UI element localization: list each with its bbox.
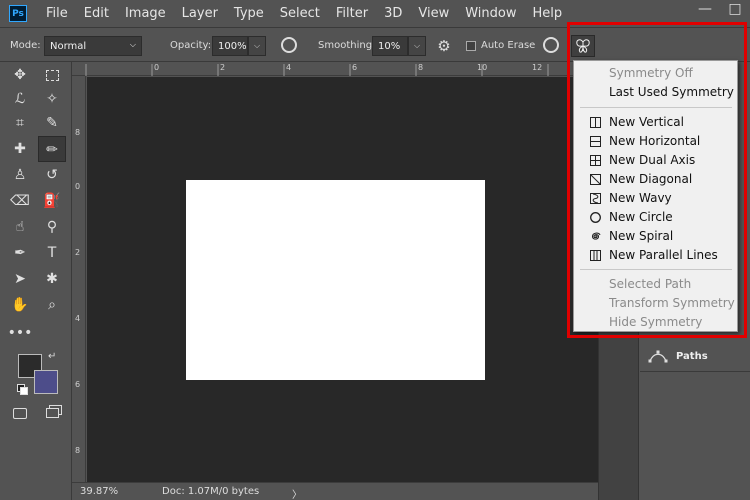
- menu-help[interactable]: Help: [523, 0, 569, 28]
- background-color-swatch[interactable]: [34, 370, 58, 394]
- photoshop-logo: Ps: [9, 5, 27, 22]
- ruler-ticks: [85, 64, 549, 76]
- pencil-tool-icon[interactable]: ✏: [38, 136, 66, 162]
- chevron-down-icon: ⌵: [129, 40, 136, 49]
- screen-mode-icon[interactable]: [38, 400, 66, 426]
- menu-window[interactable]: Window: [455, 0, 522, 28]
- gear-icon: ⚙: [437, 37, 451, 55]
- minimize-button[interactable]: —: [690, 0, 720, 20]
- opacity-caret-button[interactable]: ⌵: [248, 36, 266, 56]
- pressure-size-button[interactable]: [543, 37, 561, 55]
- eyedropper-tool-icon[interactable]: ✎: [38, 110, 66, 136]
- restore-button[interactable]: □: [720, 0, 750, 20]
- mode-dropdown[interactable]: Normal ⌵: [44, 36, 142, 56]
- paths-label: Paths: [676, 351, 708, 362]
- ruler-label: 6: [352, 63, 358, 72]
- smoothing-input[interactable]: 10%: [372, 36, 408, 56]
- lasso-tool-icon[interactable]: ℒ: [6, 86, 34, 112]
- menu-type[interactable]: Type: [224, 0, 270, 28]
- pressure-icon: [543, 37, 559, 53]
- menu-select[interactable]: Select: [270, 0, 326, 28]
- menu-edit[interactable]: Edit: [74, 0, 115, 28]
- ruler-label: 4: [75, 314, 81, 323]
- paths-icon: [648, 350, 668, 363]
- pressure-icon: [281, 37, 297, 53]
- pressure-opacity-button[interactable]: [281, 37, 299, 55]
- ruler-label: 4: [286, 63, 292, 72]
- shape-tool-icon[interactable]: ✱: [38, 266, 66, 292]
- ruler-label: 8: [75, 128, 81, 137]
- swap-colors-icon[interactable]: ↵: [48, 351, 56, 362]
- ruler-label: 0: [75, 182, 81, 191]
- ruler-label: 8: [418, 63, 424, 72]
- smoothing-label: Smoothing:: [318, 40, 376, 51]
- healing-brush-tool-icon[interactable]: ✚: [6, 136, 34, 162]
- hand-tool-icon[interactable]: ✋: [6, 292, 34, 318]
- eraser-tool-icon[interactable]: ⌫: [6, 188, 34, 214]
- smudge-tool-icon[interactable]: ☝: [6, 214, 34, 240]
- ruler-label: 12: [532, 63, 543, 72]
- ruler-label: 2: [75, 248, 81, 257]
- chevron-down-icon: ⌵: [413, 41, 421, 50]
- menu-items: File Edit Image Layer Type Select Filter…: [36, 0, 568, 28]
- ruler-label: 8: [75, 446, 81, 455]
- quick-mask-icon[interactable]: [6, 400, 34, 426]
- tools-panel: ✥ ℒ ✧ ⌗ ✎ ✚ ✏ ♙ ↺ ⌫ ⛽ ☝ ⚲ ✒ T ➤ ✱ ✋ ⌕ ••…: [0, 62, 72, 500]
- default-colors-icon[interactable]: [17, 384, 28, 395]
- opacity-input[interactable]: 100%: [212, 36, 248, 56]
- status-menu-arrow-icon[interactable]: 〉: [292, 486, 302, 500]
- ruler-label: 2: [220, 63, 226, 72]
- mode-value: Normal: [50, 41, 87, 52]
- crop-tool-icon[interactable]: ⌗: [6, 110, 34, 136]
- window-controls: — □: [690, 0, 750, 20]
- clone-stamp-tool-icon[interactable]: ♙: [6, 162, 34, 188]
- pen-tool-icon[interactable]: ✒: [6, 240, 34, 266]
- menu-image[interactable]: Image: [115, 0, 172, 28]
- menu-view[interactable]: View: [408, 0, 455, 28]
- menu-filter[interactable]: Filter: [326, 0, 374, 28]
- smoothing-caret-button[interactable]: ⌵: [408, 36, 426, 56]
- paths-panel-tab[interactable]: Paths: [640, 344, 750, 372]
- menu-file[interactable]: File: [36, 0, 74, 28]
- ruler-label: 0: [154, 63, 160, 72]
- menu-3d[interactable]: 3D: [374, 0, 408, 28]
- highlight-annotation: [567, 22, 747, 338]
- mode-label: Mode:: [10, 40, 41, 51]
- smoothing-options-button[interactable]: ⚙: [435, 37, 453, 55]
- canvas-area[interactable]: [87, 77, 598, 482]
- zoom-level[interactable]: 39.87%: [80, 486, 118, 497]
- auto-erase-label: Auto Erase: [481, 40, 536, 51]
- auto-erase-checkbox[interactable]: [466, 41, 476, 51]
- ruler-label: 10: [477, 63, 488, 72]
- magic-wand-tool-icon[interactable]: ✧: [38, 86, 66, 112]
- document-canvas[interactable]: [186, 180, 485, 380]
- more-tools-icon[interactable]: •••: [6, 320, 34, 346]
- status-bar: 39.87% Doc: 1.07M/0 bytes 〉: [72, 482, 598, 500]
- ruler-label: 6: [75, 380, 81, 389]
- move-tool-icon[interactable]: ✥: [6, 62, 34, 88]
- vertical-ruler: 8 0 2 4 6 8: [72, 76, 86, 482]
- opacity-label: Opacity:: [170, 40, 212, 51]
- type-tool-icon[interactable]: T: [38, 240, 66, 266]
- menu-layer[interactable]: Layer: [172, 0, 224, 28]
- zoom-tool-icon[interactable]: ⌕: [38, 292, 66, 318]
- history-brush-tool-icon[interactable]: ↺: [38, 162, 66, 188]
- path-selection-tool-icon[interactable]: ➤: [6, 266, 34, 292]
- doc-size-info: Doc: 1.07M/0 bytes: [162, 486, 260, 497]
- paint-bucket-tool-icon[interactable]: ⛽: [38, 188, 66, 214]
- marquee-tool-icon[interactable]: [38, 62, 66, 88]
- horizontal-ruler: 0 2 4 6 8 10 12: [72, 62, 597, 76]
- dodge-tool-icon[interactable]: ⚲: [38, 214, 66, 240]
- chevron-down-icon: ⌵: [253, 41, 261, 50]
